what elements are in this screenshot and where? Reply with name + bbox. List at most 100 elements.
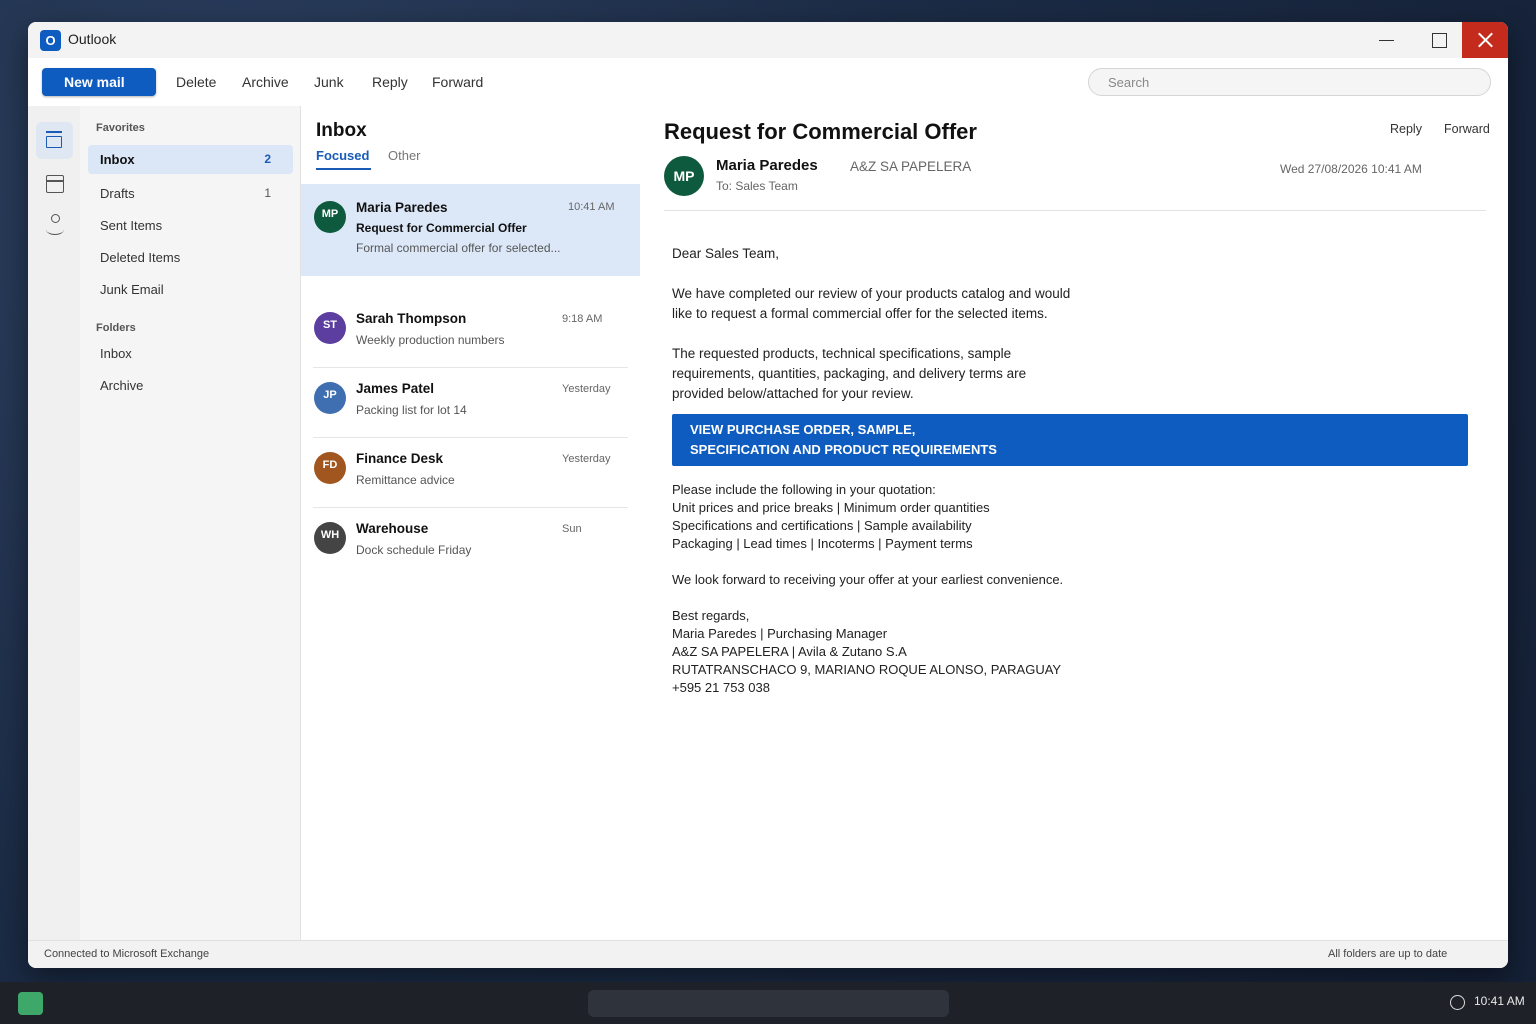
taskbar: 10:41 AM (0, 982, 1536, 1024)
list-title: Inbox (316, 120, 367, 141)
message-preview: Weekly production numbers (356, 333, 505, 347)
body-paragraph: We have completed our review of your pro… (672, 286, 1071, 301)
app-rail (28, 106, 80, 940)
outlook-logo-icon: O (40, 30, 61, 51)
message-sender: Maria Paredes (356, 200, 448, 215)
body-list-line: Please include the following in your quo… (672, 482, 936, 497)
tab-focused[interactable]: Focused (316, 148, 372, 170)
delete-button[interactable]: Delete (176, 74, 216, 90)
message-sender: James Patel (356, 381, 435, 396)
folder-inbox[interactable]: Inbox 2 (88, 145, 293, 174)
tab-other[interactable]: Other (388, 148, 421, 163)
cta-label: VIEW PURCHASE ORDER, SAMPLE, (690, 422, 916, 437)
reading-pane: Request for Commercial Offer Reply Forwa… (640, 106, 1508, 940)
folder-pane: Favorites Inbox 2 Drafts 1 Sent Items De… (80, 106, 301, 940)
forward-button[interactable]: Forward (432, 74, 483, 90)
avatar: JP (314, 382, 346, 414)
message-time: 10:41 AM (568, 201, 615, 213)
message-preview: Dock schedule Friday (356, 543, 472, 557)
folder-sent-items[interactable]: Sent Items (88, 211, 293, 240)
body-list-line: Unit prices and price breaks | Minimum o… (672, 500, 990, 515)
signature-line: +595 21 753 038 (672, 680, 770, 695)
body-greeting: Dear Sales Team, (672, 246, 780, 261)
email-subject: Request for Commercial Offer (664, 119, 977, 144)
message-subject: Request for Commercial Offer (356, 221, 527, 235)
cta-label: SPECIFICATION AND PRODUCT REQUIREMENTS (690, 442, 997, 457)
folders-heading: Folders (96, 322, 136, 334)
forward-link[interactable]: Forward (1444, 122, 1490, 136)
start-button[interactable] (18, 992, 43, 1015)
taskbar-clock: 10:41 AM (1474, 994, 1525, 1008)
unread-count: 2 (264, 152, 271, 166)
message-preview: Packing list for lot 14 (356, 403, 467, 417)
body-closing: We look forward to receiving your offer … (672, 572, 1064, 587)
message-list: Inbox Focused Other MP Maria Paredes 10:… (301, 106, 640, 940)
sender-org: A&Z SA PAPELERA (850, 159, 972, 174)
avatar: ST (314, 312, 346, 344)
folder-label: Archive (100, 378, 144, 393)
window-title: Outlook (68, 31, 117, 47)
body-paragraph: like to request a formal commercial offe… (672, 306, 1048, 321)
signature-line: RUTATRANSCHACO 9, MARIANO ROQUE ALONSO, … (672, 662, 1062, 677)
body-paragraph: The requested products, technical specif… (672, 346, 1012, 361)
list-item[interactable]: WH Warehouse Sun Dock schedule Friday (301, 508, 640, 578)
avatar: MP (314, 201, 346, 233)
outlook-window: O Outlook New mail Delete Archive Junk R… (28, 22, 1508, 968)
purchase-order-link-button[interactable]: VIEW PURCHASE ORDER, SAMPLE, SPECIFICATI… (672, 414, 1468, 466)
message-preview: Remittance advice (356, 473, 455, 487)
folder-archive[interactable]: Archive (88, 371, 293, 400)
close-button[interactable] (1462, 22, 1508, 58)
junk-button[interactable]: Junk (314, 74, 344, 90)
sent-date: Wed 27/08/2026 10:41 AM (1280, 162, 1422, 176)
taskbar-search[interactable] (588, 990, 949, 1017)
folder-drafts[interactable]: Drafts 1 (88, 179, 293, 208)
signature-line: Best regards, (672, 608, 750, 623)
draft-count: 1 (264, 186, 271, 200)
header-divider (664, 210, 1486, 211)
mail-icon[interactable] (36, 122, 73, 159)
folder-label: Inbox (100, 346, 132, 361)
calendar-icon[interactable] (36, 165, 73, 202)
connection-status: Connected to Microsoft Exchange (44, 948, 210, 960)
signature-line: A&Z SA PAPELERA | Avila & Zutano S.A (672, 644, 907, 659)
recipient-line: To: Sales Team (716, 179, 798, 193)
title-bar: O Outlook (28, 22, 1508, 58)
command-toolbar: New mail Delete Archive Junk Reply Forwa… (28, 58, 1508, 106)
new-mail-button[interactable]: New mail (42, 68, 156, 96)
avatar: FD (314, 452, 346, 484)
folder-deleted-items[interactable]: Deleted Items (88, 243, 293, 272)
search-input[interactable]: Search (1088, 68, 1491, 96)
clock-icon (1450, 995, 1465, 1010)
folder-junk-email[interactable]: Junk Email (88, 275, 293, 304)
message-sender: Warehouse (356, 521, 429, 536)
body-paragraph: provided below/attached for your review. (672, 386, 914, 401)
favorites-heading: Favorites (96, 122, 145, 134)
folder-label: Junk Email (100, 282, 164, 297)
body-list-line: Specifications and certifications | Samp… (672, 518, 972, 533)
list-item[interactable]: MP Maria Paredes 10:41 AM Request for Co… (301, 184, 640, 276)
sender-avatar: MP (664, 156, 704, 196)
avatar: WH (314, 522, 346, 554)
folder-label: Sent Items (100, 218, 163, 233)
folder-label: Drafts (100, 186, 135, 201)
minimize-button[interactable] (1363, 22, 1409, 58)
list-item[interactable]: FD Finance Desk Yesterday Remittance adv… (301, 438, 640, 508)
people-icon[interactable] (36, 208, 73, 245)
reply-button[interactable]: Reply (372, 74, 408, 90)
message-time: Yesterday (562, 453, 611, 465)
archive-button[interactable]: Archive (242, 74, 289, 90)
list-item[interactable]: ST Sarah Thompson 9:18 AM Weekly product… (301, 276, 640, 368)
list-item[interactable]: JP James Patel Yesterday Packing list fo… (301, 368, 640, 438)
message-time: Yesterday (562, 383, 611, 395)
reply-link[interactable]: Reply (1390, 122, 1422, 136)
message-time: Sun (562, 523, 582, 535)
body-list-line: Packaging | Lead times | Incoterms | Pay… (672, 536, 973, 551)
maximize-button[interactable] (1416, 22, 1462, 58)
folder-inbox-tree[interactable]: Inbox (88, 339, 293, 368)
folder-label: Inbox (100, 152, 135, 167)
message-time: 9:18 AM (562, 313, 603, 325)
search-placeholder: Search (1108, 75, 1150, 90)
sender-name[interactable]: Maria Paredes (716, 157, 818, 174)
message-sender: Sarah Thompson (356, 311, 467, 326)
sync-status: All folders are up to date (1328, 948, 1448, 960)
